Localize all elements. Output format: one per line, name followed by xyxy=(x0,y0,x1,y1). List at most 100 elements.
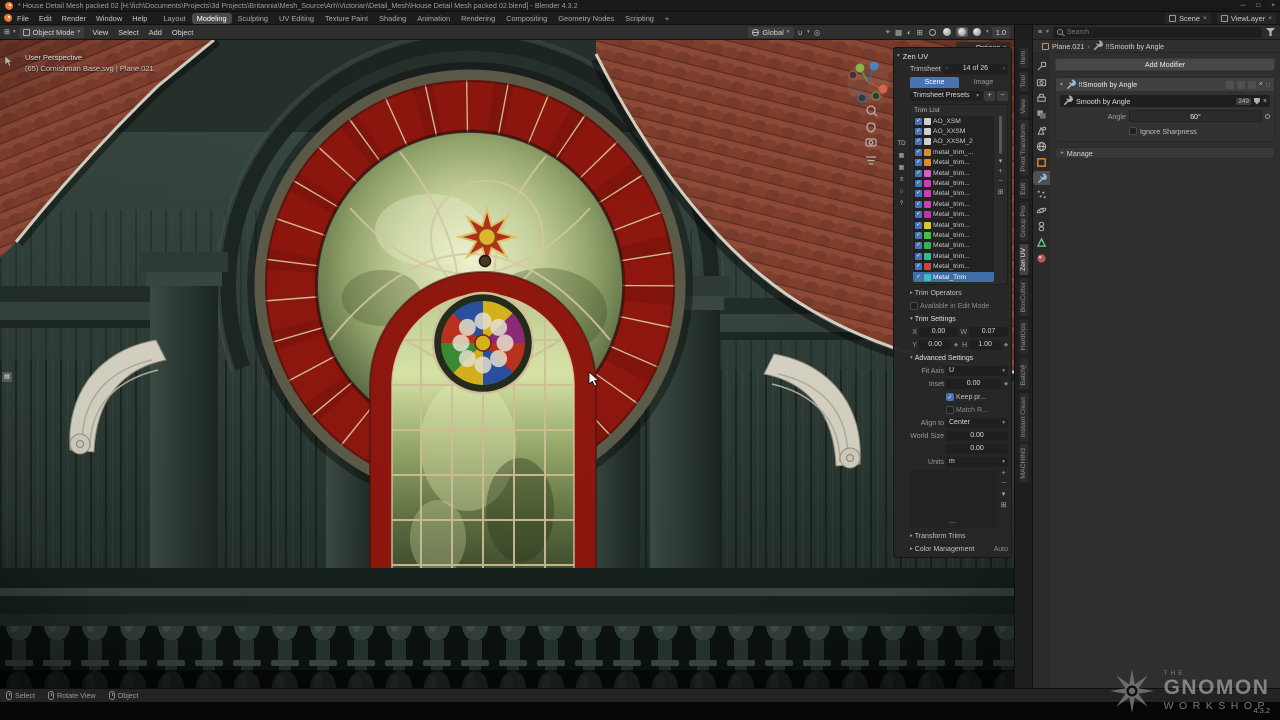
npanel-tab[interactable]: Pivot Transform xyxy=(1019,120,1028,176)
properties-tab-world[interactable] xyxy=(1033,139,1050,153)
breadcrumb-object[interactable]: Plane.021 xyxy=(1052,42,1084,51)
gizmos-icon[interactable]: ⊞ xyxy=(916,28,924,37)
close-icon[interactable]: × xyxy=(1203,15,1207,22)
trim-checkbox[interactable]: ✓ xyxy=(915,232,922,239)
expand-icon[interactable]: ▸ xyxy=(910,533,913,539)
list-options-icon[interactable]: ⊞ xyxy=(998,188,1004,196)
advanced-settings-header[interactable]: Advanced Settings xyxy=(915,355,973,362)
window-control-icon[interactable]: × xyxy=(1271,2,1275,9)
orientation-dropdown[interactable]: Global ▾ xyxy=(748,27,793,38)
collapse-icon[interactable]: ▾ xyxy=(910,355,913,361)
npanel-tab[interactable]: View xyxy=(1019,95,1028,118)
trim-w-field[interactable]: 0.07 xyxy=(969,327,1008,337)
menu-edit[interactable]: Edit xyxy=(34,14,57,23)
workspace-tab[interactable]: Animation xyxy=(412,13,455,24)
color-management-header[interactable]: Color Management xyxy=(915,546,975,553)
snap-magnet-icon[interactable]: ∪ xyxy=(797,28,805,37)
zen-rail-icon[interactable]: ≡ xyxy=(900,176,904,183)
trim-list-item[interactable]: ✓Metal_trim... xyxy=(913,210,994,220)
close-icon[interactable]: × xyxy=(1259,81,1263,88)
manage-panel-header[interactable]: ▸ Manage xyxy=(1055,147,1275,159)
breadcrumb-modifier[interactable]: !!Smooth by Angle xyxy=(1106,42,1164,51)
trim-list-item[interactable]: ✓Metal_trim... xyxy=(913,189,994,199)
remove-trim-icon[interactable]: − xyxy=(998,178,1002,185)
node-group-field[interactable]: Smooth by Angle 249 × xyxy=(1060,95,1270,107)
keyframe-dot-icon[interactable] xyxy=(1265,114,1270,119)
workspace-tab[interactable]: Scripting xyxy=(620,13,659,24)
trim-list-item[interactable]: ✓Metal_trim... xyxy=(913,261,994,271)
trim-checkbox[interactable]: ✓ xyxy=(915,159,922,166)
drag-handle-icon[interactable]: ∷ xyxy=(1266,81,1270,89)
scene-selector[interactable]: Scene × xyxy=(1165,13,1211,24)
close-icon[interactable]: × xyxy=(1268,15,1272,22)
match-rotation-checkbox[interactable] xyxy=(946,406,954,414)
properties-tab-object[interactable] xyxy=(1033,155,1050,169)
trimsheet-pager[interactable]: ‹14 of 26› xyxy=(943,64,1008,74)
properties-tab-data[interactable] xyxy=(1033,235,1050,249)
zen-rail-icon[interactable]: ? xyxy=(900,200,903,207)
trim-y-field[interactable]: 0.00 xyxy=(919,340,951,350)
trim-checkbox[interactable]: ✓ xyxy=(915,190,922,197)
editmode-toggle-icon[interactable] xyxy=(1226,81,1234,89)
keyframe-diamond-icon[interactable]: ◆ xyxy=(954,342,958,348)
collapse-icon[interactable]: ▾ xyxy=(1060,82,1063,88)
trim-list-item[interactable]: ✓Metal_trim... xyxy=(913,158,994,168)
remove-preset-button[interactable]: − xyxy=(997,91,1008,101)
workspace-tab[interactable]: Geometry Nodes xyxy=(553,13,619,24)
trim-checkbox[interactable]: ✓ xyxy=(915,201,922,208)
shading-material-button[interactable] xyxy=(956,27,968,37)
trim-checkbox[interactable]: ✓ xyxy=(915,263,922,270)
blender-menu-icon[interactable] xyxy=(4,14,12,22)
trim-x-field[interactable]: 0.00 xyxy=(919,327,958,337)
trim-operators-header[interactable]: Trim Operators xyxy=(915,290,962,297)
fit-axis-dropdown[interactable]: U▾ xyxy=(946,366,1008,376)
properties-tab-output[interactable] xyxy=(1033,91,1050,105)
workspace-tab[interactable]: Modeling xyxy=(192,13,232,24)
trim-list-item[interactable]: ✓Metal_trim... xyxy=(913,199,994,209)
properties-tab-tool[interactable] xyxy=(1033,59,1050,73)
trim-checkbox[interactable]: ✓ xyxy=(915,253,922,260)
trim-list-item[interactable]: ✓AO_XXSM_2 xyxy=(913,137,994,147)
npanel-tab[interactable]: MACHIN3 xyxy=(1019,444,1028,483)
npanel-tab[interactable]: Batch™ xyxy=(1019,357,1028,389)
trimsheet-presets-dropdown[interactable]: Trimsheet Presets▾ xyxy=(910,91,982,101)
properties-tab-constraints[interactable] xyxy=(1033,219,1050,233)
trim-list-item[interactable]: ✓metal_trim_... xyxy=(913,147,994,157)
menu-window[interactable]: Window xyxy=(91,14,127,23)
shading-rendered-button[interactable] xyxy=(971,27,983,37)
list-menu-icon[interactable]: ▾ xyxy=(999,157,1003,165)
world-size-y-field[interactable]: 0.00 xyxy=(946,444,1008,454)
align-to-dropdown[interactable]: Center▾ xyxy=(946,418,1008,428)
npanel-tab[interactable]: Tool xyxy=(1019,71,1028,91)
trim-checkbox[interactable]: ✓ xyxy=(915,222,922,229)
units-dropdown[interactable]: m▾ xyxy=(946,457,1008,467)
transform-trims-header[interactable]: Transform Trims xyxy=(915,533,966,540)
menu-help[interactable]: Help xyxy=(127,14,152,23)
properties-tab-particles[interactable] xyxy=(1033,187,1050,201)
trim-settings-header[interactable]: Trim Settings xyxy=(915,316,956,323)
viewport-menu-object[interactable]: Object xyxy=(167,28,198,37)
xray-icon[interactable]: ◐ xyxy=(906,28,913,37)
window-control-icon[interactable]: □ xyxy=(1256,2,1260,9)
workspace-tab[interactable]: Sculpting xyxy=(233,13,273,24)
editor-type-icon[interactable]: ≡ xyxy=(1038,29,1042,36)
viewport-3d[interactable]: ⊞▾ Object Mode ▾ ViewSelectAddObject Glo… xyxy=(0,25,1014,688)
viewlayer-selector[interactable]: ViewLayer × xyxy=(1217,13,1276,24)
remove-icon[interactable]: − xyxy=(1001,480,1005,487)
workspace-tab[interactable]: UV Editing xyxy=(274,13,319,24)
properties-tab-physics[interactable] xyxy=(1033,203,1050,217)
fake-user-icon[interactable] xyxy=(1254,98,1260,105)
window-control-icon[interactable]: ─ xyxy=(1241,2,1246,9)
properties-tab-material[interactable] xyxy=(1033,251,1050,265)
add-workspace-button[interactable]: + xyxy=(660,13,674,24)
collapse-icon[interactable]: ▾ xyxy=(897,53,900,59)
trim-list-item[interactable]: ✓Metal_trim... xyxy=(913,251,994,261)
trim-checkbox[interactable]: ✓ xyxy=(915,138,922,145)
trim-list-item[interactable]: ✓Metal_Trim xyxy=(913,272,994,282)
properties-tab-modifiers[interactable] xyxy=(1033,171,1050,185)
users-count-badge[interactable]: 249 xyxy=(1236,98,1251,105)
npanel-tab[interactable]: Instant Clean xyxy=(1019,393,1028,441)
trim-groups-list[interactable]: — xyxy=(910,470,997,528)
trim-list-item[interactable]: ✓Metal_trim... xyxy=(913,178,994,188)
expand-icon[interactable]: ▸ xyxy=(910,290,913,296)
